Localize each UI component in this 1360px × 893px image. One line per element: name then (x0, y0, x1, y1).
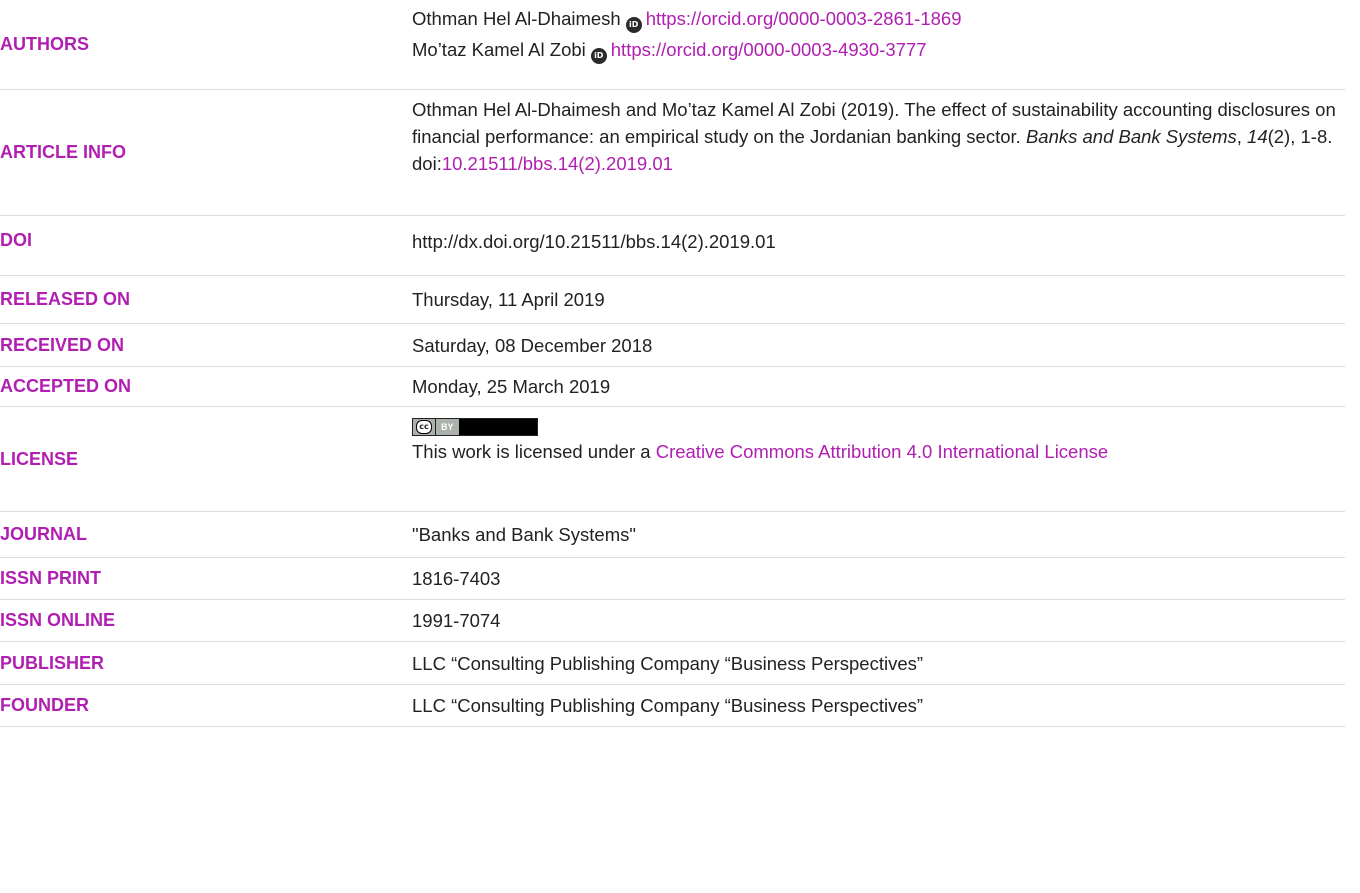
cc-by-badge-icon[interactable]: cc BY (412, 418, 538, 436)
received-label: RECEIVED ON (0, 334, 125, 355)
citation-journal: Banks and Bank Systems (1025, 126, 1237, 147)
license-value: cc BY This work is licensed under a Crea… (412, 407, 1345, 511)
license-text: This work is licensed under a (412, 441, 651, 462)
row-authors: AUTHORS Othman Hel Al-Dhaimesh iD https://… (0, 0, 1345, 90)
author-line: Mo’taz Kamel Al Zobi iD https://orcid.org/… (412, 36, 1345, 64)
accepted-value: Monday, 25 March 2019 (412, 376, 611, 397)
journal-value: "Banks and Bank Systems" (412, 524, 636, 545)
row-publisher: PUBLISHER LLC “Consulting Publishing Com… (0, 642, 1345, 685)
journal-label: JOURNAL (0, 524, 88, 544)
license-link[interactable]: Creative Commons Attribution 4.0 Interna… (656, 441, 1108, 462)
author-line: Othman Hel Al-Dhaimesh iD https://orcid.or… (412, 5, 1345, 33)
row-received: RECEIVED ON Saturday, 08 December 2018 (0, 324, 1345, 367)
released-label: RELEASED ON (0, 289, 131, 309)
issn-print-label: ISSN PRINT (0, 568, 102, 588)
doi-label: DOI (0, 230, 33, 250)
doi-value: http://dx.doi.org/10.21511/bbs.14(2).201… (412, 231, 776, 252)
cc-badge-fill (458, 419, 537, 435)
row-journal: JOURNAL "Banks and Bank Systems" (0, 512, 1345, 558)
issn-print-value: 1816-7403 (412, 568, 501, 589)
accepted-label: ACCEPTED ON (0, 376, 132, 396)
citation-volume: 14 (1247, 126, 1268, 147)
founder-label: FOUNDER (0, 695, 89, 715)
authors-label: AUTHORS (0, 34, 89, 54)
cc-circle-area: cc (413, 419, 436, 435)
orcid-icon[interactable]: iD (590, 48, 607, 64)
orcid-link[interactable]: https://orcid.org/0000-0003-2861-1869 (646, 8, 962, 29)
license-label: LICENSE (0, 448, 79, 469)
license-text-block: This work is licensed under a Creative C… (412, 438, 1345, 465)
issn-online-label: ISSN ONLINE (0, 610, 116, 630)
publisher-label: PUBLISHER (0, 652, 105, 673)
row-accepted: ACCEPTED ON Monday, 25 March 2019 (0, 367, 1345, 407)
author-name: Othman Hel Al-Dhaimesh (412, 8, 621, 29)
article-metadata-table: AUTHORS Othman Hel Al-Dhaimesh iD https://… (0, 0, 1345, 727)
citation-separator: , (1236, 126, 1242, 147)
row-license: LICENSE cc BY This work is licensed unde… (0, 407, 1345, 512)
doi-prefix: doi: (412, 153, 442, 174)
row-article-info: ARTICLE INFO Othman Hel Al-Dhaimesh and … (0, 90, 1345, 216)
doi-link[interactable]: 10.21511/bbs.14(2).2019.01 (442, 153, 673, 174)
article-info-value: Othman Hel Al-Dhaimesh and Mo’taz Kamel … (412, 90, 1345, 215)
authors-value: Othman Hel Al-Dhaimesh iD https://orcid.or… (412, 0, 1345, 89)
row-released: RELEASED ON Thursday, 11 April 2019 (0, 276, 1345, 324)
row-issn-print: ISSN PRINT 1816-7403 (0, 558, 1345, 600)
orcid-link[interactable]: https://orcid.org/0000-0003-4930-3777 (611, 39, 927, 60)
row-issn-online: ISSN ONLINE 1991-7074 (0, 600, 1345, 642)
released-value: Thursday, 11 April 2019 (412, 289, 605, 310)
citation-issue-pages: (2), 1-8. (1267, 126, 1333, 147)
cc-icon: cc (416, 420, 432, 434)
orcid-icon[interactable]: iD (625, 17, 642, 33)
issn-online-value: 1991-7074 (412, 610, 501, 631)
row-founder: FOUNDER LLC “Consulting Publishing Compa… (0, 685, 1345, 727)
by-icon: BY (436, 419, 459, 435)
founder-value: LLC “Consulting Publishing Company “Busi… (412, 695, 924, 716)
row-doi: DOI http://dx.doi.org/10.21511/bbs.14(2)… (0, 216, 1345, 276)
publisher-value: LLC “Consulting Publishing Company “Busi… (412, 652, 924, 674)
author-name: Mo’taz Kamel Al Zobi (412, 39, 586, 60)
article-info-label: ARTICLE INFO (0, 142, 126, 162)
received-value: Saturday, 08 December 2018 (412, 334, 653, 356)
